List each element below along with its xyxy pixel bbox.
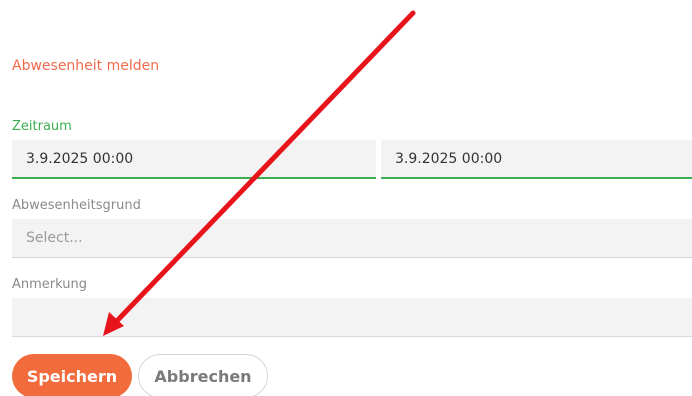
- cancel-button[interactable]: Abbrechen: [138, 354, 268, 396]
- reason-select[interactable]: [12, 219, 692, 258]
- save-button[interactable]: Speichern: [12, 354, 132, 396]
- absence-form-page: Abwesenheit melden Zeitraum Abwesenheits…: [0, 0, 692, 396]
- form-title: Abwesenheit melden: [12, 58, 160, 74]
- reason-label: Abwesenheitsgrund: [12, 198, 141, 213]
- note-label: Anmerkung: [12, 277, 87, 292]
- period-start-input[interactable]: [12, 140, 376, 179]
- period-label: Zeitraum: [12, 119, 72, 134]
- period-end-input[interactable]: [381, 140, 692, 179]
- note-input[interactable]: [12, 298, 692, 337]
